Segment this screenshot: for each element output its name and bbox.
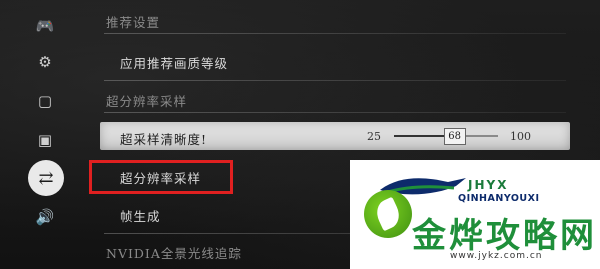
monitor-icon[interactable]: ▣ [31, 126, 59, 154]
sliders-icon[interactable]: ⇄ [28, 160, 64, 196]
sharpness-setting-row[interactable]: 超采样清晰度! 25 68 100 [100, 122, 570, 150]
section-header-recommended: 推荐设置 [106, 15, 161, 30]
divider [104, 80, 566, 81]
logo-pinyin: QINHANYOUXI [458, 193, 540, 204]
speaker-icon[interactable]: 🔊 [31, 203, 59, 231]
sharpness-slider-track[interactable]: 68 [394, 128, 498, 145]
highlight-box [89, 160, 233, 194]
logo-tag: JHYX [468, 178, 509, 192]
divider [104, 33, 566, 34]
display-icon[interactable]: ▢ [31, 87, 59, 115]
sharpness-max-value: 100 [510, 130, 531, 143]
sharpness-slider-thumb[interactable]: 68 [443, 128, 466, 145]
sharpness-label: 超采样清晰度! [120, 132, 208, 147]
gamepad-icon[interactable]: 🎮 [31, 12, 59, 40]
apply-recommended-quality-button[interactable]: 应用推荐画质等级 [120, 53, 228, 72]
frame-generation-option[interactable]: 帧生成 [120, 206, 161, 225]
section-header-superres: 超分辨率采样 [106, 94, 188, 109]
section-header-raytracing: NVIDIA全景光线追踪 [106, 246, 242, 261]
sidebar: 🎮 ⚙ ▢ ▣ ⇄ 🔊 [0, 0, 92, 269]
watermark-logo: JHYX QINHANYOUXI 金烨攻略网 www.jykz.com.cn [350, 160, 600, 269]
sharpness-min-value: 25 [367, 130, 381, 143]
logo-name: 金烨攻略网 [412, 216, 597, 256]
gear-icon[interactable]: ⚙ [31, 48, 59, 76]
divider [104, 112, 566, 113]
logo-url: www.jykz.com.cn [450, 251, 543, 261]
